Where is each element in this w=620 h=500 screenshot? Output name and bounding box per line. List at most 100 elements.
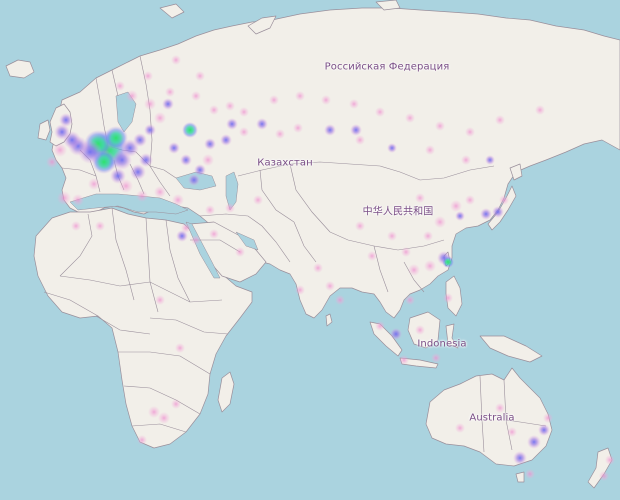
heat-spot — [313, 263, 323, 273]
heat-spot — [139, 153, 153, 167]
heat-spot — [495, 115, 505, 125]
heat-spot — [461, 155, 471, 165]
heat-spot — [465, 127, 475, 137]
heat-spot — [367, 251, 377, 261]
heat-spot — [335, 295, 345, 305]
heat-spot — [88, 178, 100, 190]
heat-spot — [46, 156, 58, 168]
heat-spot — [143, 71, 153, 81]
heat-spot — [399, 355, 409, 365]
heat-spot — [137, 435, 147, 445]
heat-spot — [535, 105, 545, 115]
heat-spot — [485, 155, 495, 165]
heat-spot — [182, 122, 198, 138]
heat-spot — [205, 205, 215, 215]
heat-spot — [405, 295, 415, 305]
heat-spot — [375, 321, 385, 331]
heat-spot — [239, 127, 249, 137]
heat-spot — [115, 81, 125, 91]
heat-spot — [194, 164, 206, 176]
heat-spot — [162, 98, 174, 110]
heat-spot — [176, 230, 188, 242]
heat-spot — [209, 105, 219, 115]
heat-spot — [455, 423, 465, 433]
heat-spot — [72, 194, 84, 206]
heat-spot — [235, 247, 245, 257]
heat-spot — [415, 193, 425, 203]
heat-spot — [168, 142, 180, 154]
heat-spot — [390, 328, 402, 340]
heat-spot — [507, 427, 517, 437]
heat-spot — [171, 55, 181, 65]
heat-spot — [442, 256, 454, 268]
heat-spot — [538, 424, 550, 436]
heat-spot — [324, 124, 336, 136]
heat-spot — [295, 91, 305, 101]
label-kazakhstan: Казахстан — [257, 157, 313, 169]
heat-spot — [293, 123, 303, 133]
heat-spot — [59, 113, 73, 127]
heat-spot — [605, 455, 615, 465]
heat-spot — [423, 231, 433, 241]
heat-spot — [513, 451, 527, 465]
heat-spot — [119, 179, 133, 193]
heat-spot — [239, 107, 249, 117]
heat-spot — [495, 403, 505, 413]
heat-spot — [599, 471, 609, 481]
heat-spot — [492, 206, 504, 218]
heat-spot — [387, 143, 397, 153]
label-indonesia: Indonesia — [417, 338, 467, 350]
heat-spot — [480, 208, 492, 220]
heat-spot — [144, 124, 156, 136]
heat-spot — [455, 211, 465, 221]
heat-spot — [226, 118, 238, 130]
heat-spot — [209, 229, 219, 239]
heat-spot — [154, 112, 166, 124]
heat-spot — [465, 195, 475, 205]
heat-spot — [53, 143, 67, 157]
heat-spot — [191, 91, 201, 101]
heat-spot — [450, 200, 462, 212]
heat-spot — [349, 99, 359, 109]
heat-spot — [204, 138, 216, 150]
heat-spot — [253, 195, 263, 205]
heat-spot — [405, 113, 415, 123]
heat-spot — [424, 260, 436, 272]
heat-spot — [527, 435, 541, 449]
heat-spot — [144, 98, 156, 110]
heat-spot — [172, 194, 184, 206]
heat-spot — [202, 154, 214, 166]
heat-spot — [435, 121, 445, 131]
heat-spot — [225, 203, 235, 213]
heat-spot — [443, 293, 453, 303]
heat-spot — [387, 231, 397, 241]
heat-spot — [126, 90, 138, 102]
label-russia: Российская Федерация — [324, 61, 450, 73]
world-heatmap-map[interactable]: Российская Федерация Казахстан 中华人民共和国 I… — [0, 0, 620, 500]
heat-spot — [321, 95, 331, 105]
heat-spot — [165, 87, 175, 97]
heat-spot — [275, 129, 285, 139]
heat-spot — [408, 264, 420, 276]
heat-spot — [295, 285, 305, 295]
heat-spot — [136, 190, 148, 202]
heat-spot — [195, 71, 205, 81]
heat-spot — [434, 216, 446, 228]
heat-spot — [543, 413, 553, 423]
label-china: 中华人民共和国 — [362, 206, 434, 218]
map-canvas[interactable] — [0, 0, 620, 500]
heat-spot — [133, 133, 147, 147]
heat-spot — [71, 221, 81, 231]
label-australia: Australia — [469, 412, 515, 424]
heat-spot — [375, 107, 385, 117]
heat-spot — [57, 191, 71, 205]
heat-spot — [355, 221, 365, 231]
heat-spot — [325, 281, 335, 291]
heat-spot — [355, 135, 365, 145]
heat-spot — [175, 343, 185, 353]
heat-spot — [350, 124, 362, 136]
heat-spot — [525, 469, 535, 479]
heat-spot — [431, 353, 441, 363]
heat-spot — [154, 186, 166, 198]
heat-spot — [171, 399, 181, 409]
